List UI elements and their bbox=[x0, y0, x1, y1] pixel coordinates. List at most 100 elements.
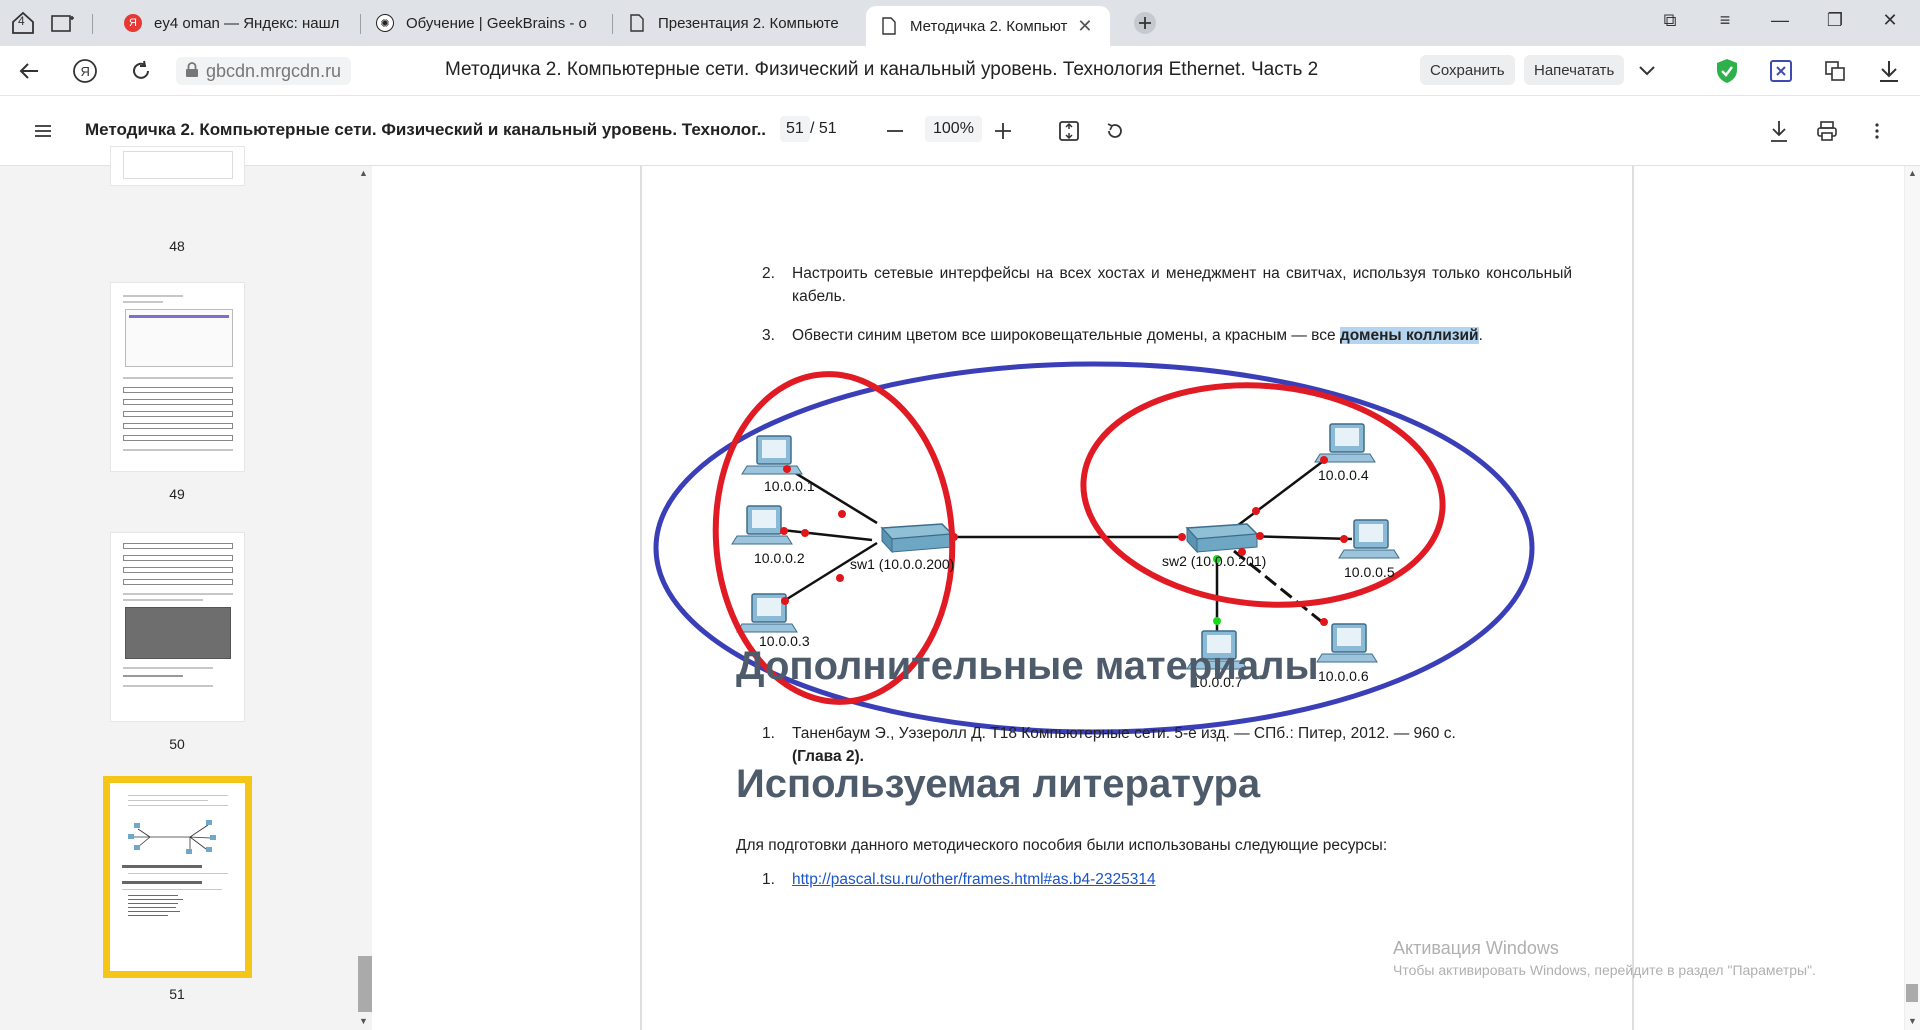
pdf-print-button[interactable] bbox=[1812, 116, 1842, 146]
lock-icon bbox=[185, 62, 199, 83]
list-number: 1. bbox=[762, 871, 775, 888]
thumbnail-label: 50 bbox=[169, 736, 185, 752]
pdf-toolbar: Методичка 2. Компьютерные сети. Физическ… bbox=[0, 96, 1920, 166]
yandex-button[interactable]: Я bbox=[70, 56, 100, 86]
heading-additional-materials: Дополнительные материалы bbox=[736, 644, 1319, 688]
tabs-icon bbox=[51, 15, 74, 32]
tab-title: Методичка 2. Компьют bbox=[910, 17, 1068, 35]
domain-text: gbcdn.mrgcdn.ru bbox=[206, 60, 342, 81]
thumbnail-label: 48 bbox=[169, 238, 185, 254]
sidebar-scroll-thumb[interactable] bbox=[358, 956, 372, 1012]
tab-counter-button[interactable]: 4 bbox=[8, 8, 38, 38]
scroll-down-arrow-icon[interactable]: ▼ bbox=[1908, 1016, 1917, 1026]
pdf-menu-button[interactable] bbox=[28, 116, 58, 146]
close-tab-icon[interactable]: ✕ bbox=[1077, 16, 1092, 37]
paragraph: Для подготовки данного методического пос… bbox=[736, 837, 1388, 854]
tab-title: Обучение | GeekBrains - о bbox=[406, 14, 587, 32]
address-page-title: Методичка 2. Компьютерные сети. Физическ… bbox=[445, 59, 1319, 80]
more-dropdown-button[interactable] bbox=[1632, 56, 1662, 86]
close-window-button[interactable]: ✕ bbox=[1870, 10, 1910, 31]
minus-icon bbox=[887, 130, 903, 132]
list-number: 2. bbox=[762, 265, 775, 282]
reference-link[interactable]: http://pascal.tsu.ru/other/frames.html#a… bbox=[792, 868, 1572, 891]
collections-icon[interactable]: ⧉ bbox=[1650, 10, 1690, 31]
download-icon bbox=[1880, 61, 1898, 82]
zoom-level-input[interactable]: 100% bbox=[925, 116, 982, 142]
host-label-2: 10.0.0.2 bbox=[754, 550, 805, 566]
pdf-page: 2. Настроить сетевые интерфейсы на всех … bbox=[640, 166, 1634, 1030]
print-button[interactable]: Напечатать bbox=[1524, 55, 1625, 85]
page-total: / 51 bbox=[810, 120, 837, 137]
pdf-more-button[interactable] bbox=[1862, 116, 1892, 146]
scroll-up-arrow-icon[interactable]: ▲ bbox=[359, 168, 368, 178]
pdf-download-button[interactable] bbox=[1764, 116, 1794, 146]
shield-check-icon bbox=[1717, 59, 1737, 83]
list-number: 3. bbox=[762, 327, 775, 344]
pdf-viewer: 2. Настроить сетевые интерфейсы на всех … bbox=[372, 166, 1920, 1030]
host-label-4: 10.0.0.4 bbox=[1318, 467, 1369, 483]
address-bar: Я gbcdn.mrgcdn.ru Методичка 2. Компьютер… bbox=[0, 46, 1920, 96]
thumbnail-page-48[interactable] bbox=[110, 146, 245, 186]
collision-domain-ring bbox=[1080, 382, 1446, 608]
openai-icon: ✺ bbox=[376, 14, 394, 32]
thumbnail-page-49[interactable] bbox=[110, 282, 245, 472]
printer-icon bbox=[1817, 121, 1837, 141]
thumbnail-page-50[interactable] bbox=[110, 532, 245, 722]
save-button[interactable]: Сохранить bbox=[1420, 55, 1515, 85]
downloads-button[interactable] bbox=[1874, 56, 1904, 86]
list-text: Обвести синим цветом все широковещательн… bbox=[792, 324, 1572, 347]
scroll-down-arrow-icon[interactable]: ▼ bbox=[359, 1016, 368, 1026]
new-tab-folder-button[interactable] bbox=[48, 8, 78, 38]
menu-icon[interactable]: ≡ bbox=[1705, 10, 1745, 31]
tab-metodichka-active[interactable]: Методичка 2. Компьют ✕ bbox=[866, 6, 1110, 46]
list-number: 1. bbox=[762, 725, 775, 742]
host-label-1: 10.0.0.1 bbox=[764, 478, 815, 494]
back-arrow-icon bbox=[19, 63, 38, 79]
switch-label-2: sw2 (10.0.0.201) bbox=[1162, 553, 1266, 569]
host-computer-icon bbox=[731, 505, 793, 545]
windows-activation-subtitle: Чтобы активировать Windows, перейдите в … bbox=[1393, 962, 1816, 978]
tab-geekbrains[interactable]: ✺ Обучение | GeekBrains - о bbox=[362, 6, 612, 40]
rotate-button[interactable] bbox=[1100, 116, 1130, 146]
thumbnail-page-51-active[interactable] bbox=[103, 776, 252, 978]
protect-shield-button[interactable] bbox=[1712, 56, 1742, 86]
fit-page-icon bbox=[1059, 121, 1079, 141]
thumbnail-label: 49 bbox=[169, 486, 185, 502]
switch-icon bbox=[1185, 523, 1259, 554]
tab-presentation[interactable]: Презентация 2. Компьюте bbox=[614, 6, 864, 40]
host-label-5: 10.0.0.5 bbox=[1344, 564, 1395, 580]
tab-yandex[interactable]: Я ey4 oman — Яндекс: нашл bbox=[110, 6, 360, 40]
tab-title: Презентация 2. Компьюте bbox=[658, 14, 839, 32]
document-icon bbox=[628, 14, 646, 32]
list-text-part: Обвести синим цветом все широковещательн… bbox=[792, 327, 1340, 344]
plus-icon bbox=[995, 123, 1011, 139]
list-text-part: Таненбаум Э., Уэзеролл Д. Т18 Компьютерн… bbox=[792, 725, 1456, 742]
yandex-logo-icon: Я bbox=[73, 59, 97, 83]
svg-text:Я: Я bbox=[81, 64, 90, 79]
windows-activation-title: Активация Windows bbox=[1393, 938, 1559, 958]
viewer-scroll-thumb[interactable] bbox=[1906, 984, 1918, 1002]
thumbnail-sidebar: 48 49 50 51 bbox=[0, 146, 358, 1030]
zoom-out-button[interactable] bbox=[880, 116, 910, 146]
translate-button[interactable] bbox=[1820, 56, 1850, 86]
minimize-button[interactable]: — bbox=[1760, 10, 1800, 31]
scroll-up-arrow-icon[interactable]: ▲ bbox=[1908, 168, 1917, 178]
highlighted-text: домены коллизий bbox=[1339, 327, 1479, 344]
page-number-input[interactable]: 51 bbox=[780, 116, 810, 142]
new-tab-button[interactable] bbox=[1130, 8, 1160, 38]
viewer-scrollbar[interactable]: ▲ ▼ bbox=[1904, 166, 1920, 1030]
address-domain[interactable]: gbcdn.mrgcdn.ru bbox=[176, 57, 352, 85]
plus-circle-icon bbox=[1134, 12, 1156, 34]
reload-button[interactable] bbox=[126, 56, 156, 86]
fit-page-button[interactable] bbox=[1054, 116, 1084, 146]
extension-button[interactable] bbox=[1766, 56, 1796, 86]
list-text-part: . bbox=[1478, 327, 1483, 344]
download-icon bbox=[1771, 121, 1787, 142]
restore-button[interactable]: ❐ bbox=[1815, 10, 1855, 31]
zoom-in-button[interactable] bbox=[988, 116, 1018, 146]
back-button[interactable] bbox=[14, 56, 44, 86]
more-vertical-icon bbox=[1875, 123, 1879, 139]
host-label-6: 10.0.0.6 bbox=[1318, 668, 1369, 684]
sidebar-scrollbar[interactable]: ▲ ▼ bbox=[356, 166, 372, 1030]
yandex-icon: Я bbox=[124, 14, 142, 32]
